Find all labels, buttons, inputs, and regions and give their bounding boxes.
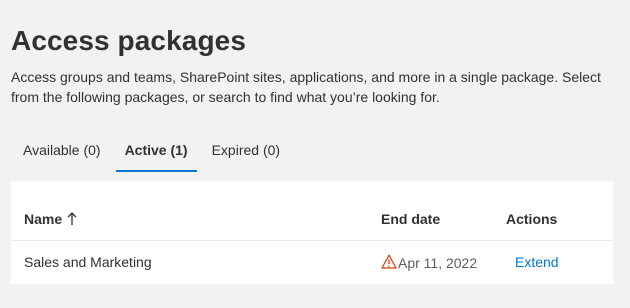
- tab-active[interactable]: Active (1): [113, 136, 200, 172]
- package-name[interactable]: Sales and Marketing: [24, 254, 152, 270]
- page-description: Access groups and teams, SharePoint site…: [11, 69, 601, 105]
- column-header-actions: Actions: [506, 211, 558, 227]
- table-row: Sales and Marketing Apr 11, 2022 Extend: [11, 242, 613, 284]
- page-title: Access packages: [11, 25, 247, 56]
- packages-table: Name End date Actions Sales and Marketin…: [11, 181, 613, 284]
- tab-available[interactable]: Available (0): [11, 136, 113, 172]
- column-header-end-date[interactable]: End date: [381, 211, 440, 227]
- warning-icon: [381, 254, 397, 272]
- extend-link[interactable]: Extend: [515, 254, 559, 270]
- access-packages-page: Access packages Access groups and teams,…: [0, 0, 630, 308]
- end-date: Apr 11, 2022: [398, 255, 478, 271]
- arrow-up-icon: [67, 212, 77, 229]
- column-header-name[interactable]: Name: [24, 211, 77, 229]
- table-header: Name End date Actions: [11, 181, 613, 241]
- tab-expired[interactable]: Expired (0): [200, 136, 292, 172]
- column-header-name-label: Name: [24, 211, 63, 227]
- end-date-cell: Apr 11, 2022: [381, 254, 477, 272]
- tab-bar: Available (0) Active (1) Expired (0): [11, 136, 292, 172]
